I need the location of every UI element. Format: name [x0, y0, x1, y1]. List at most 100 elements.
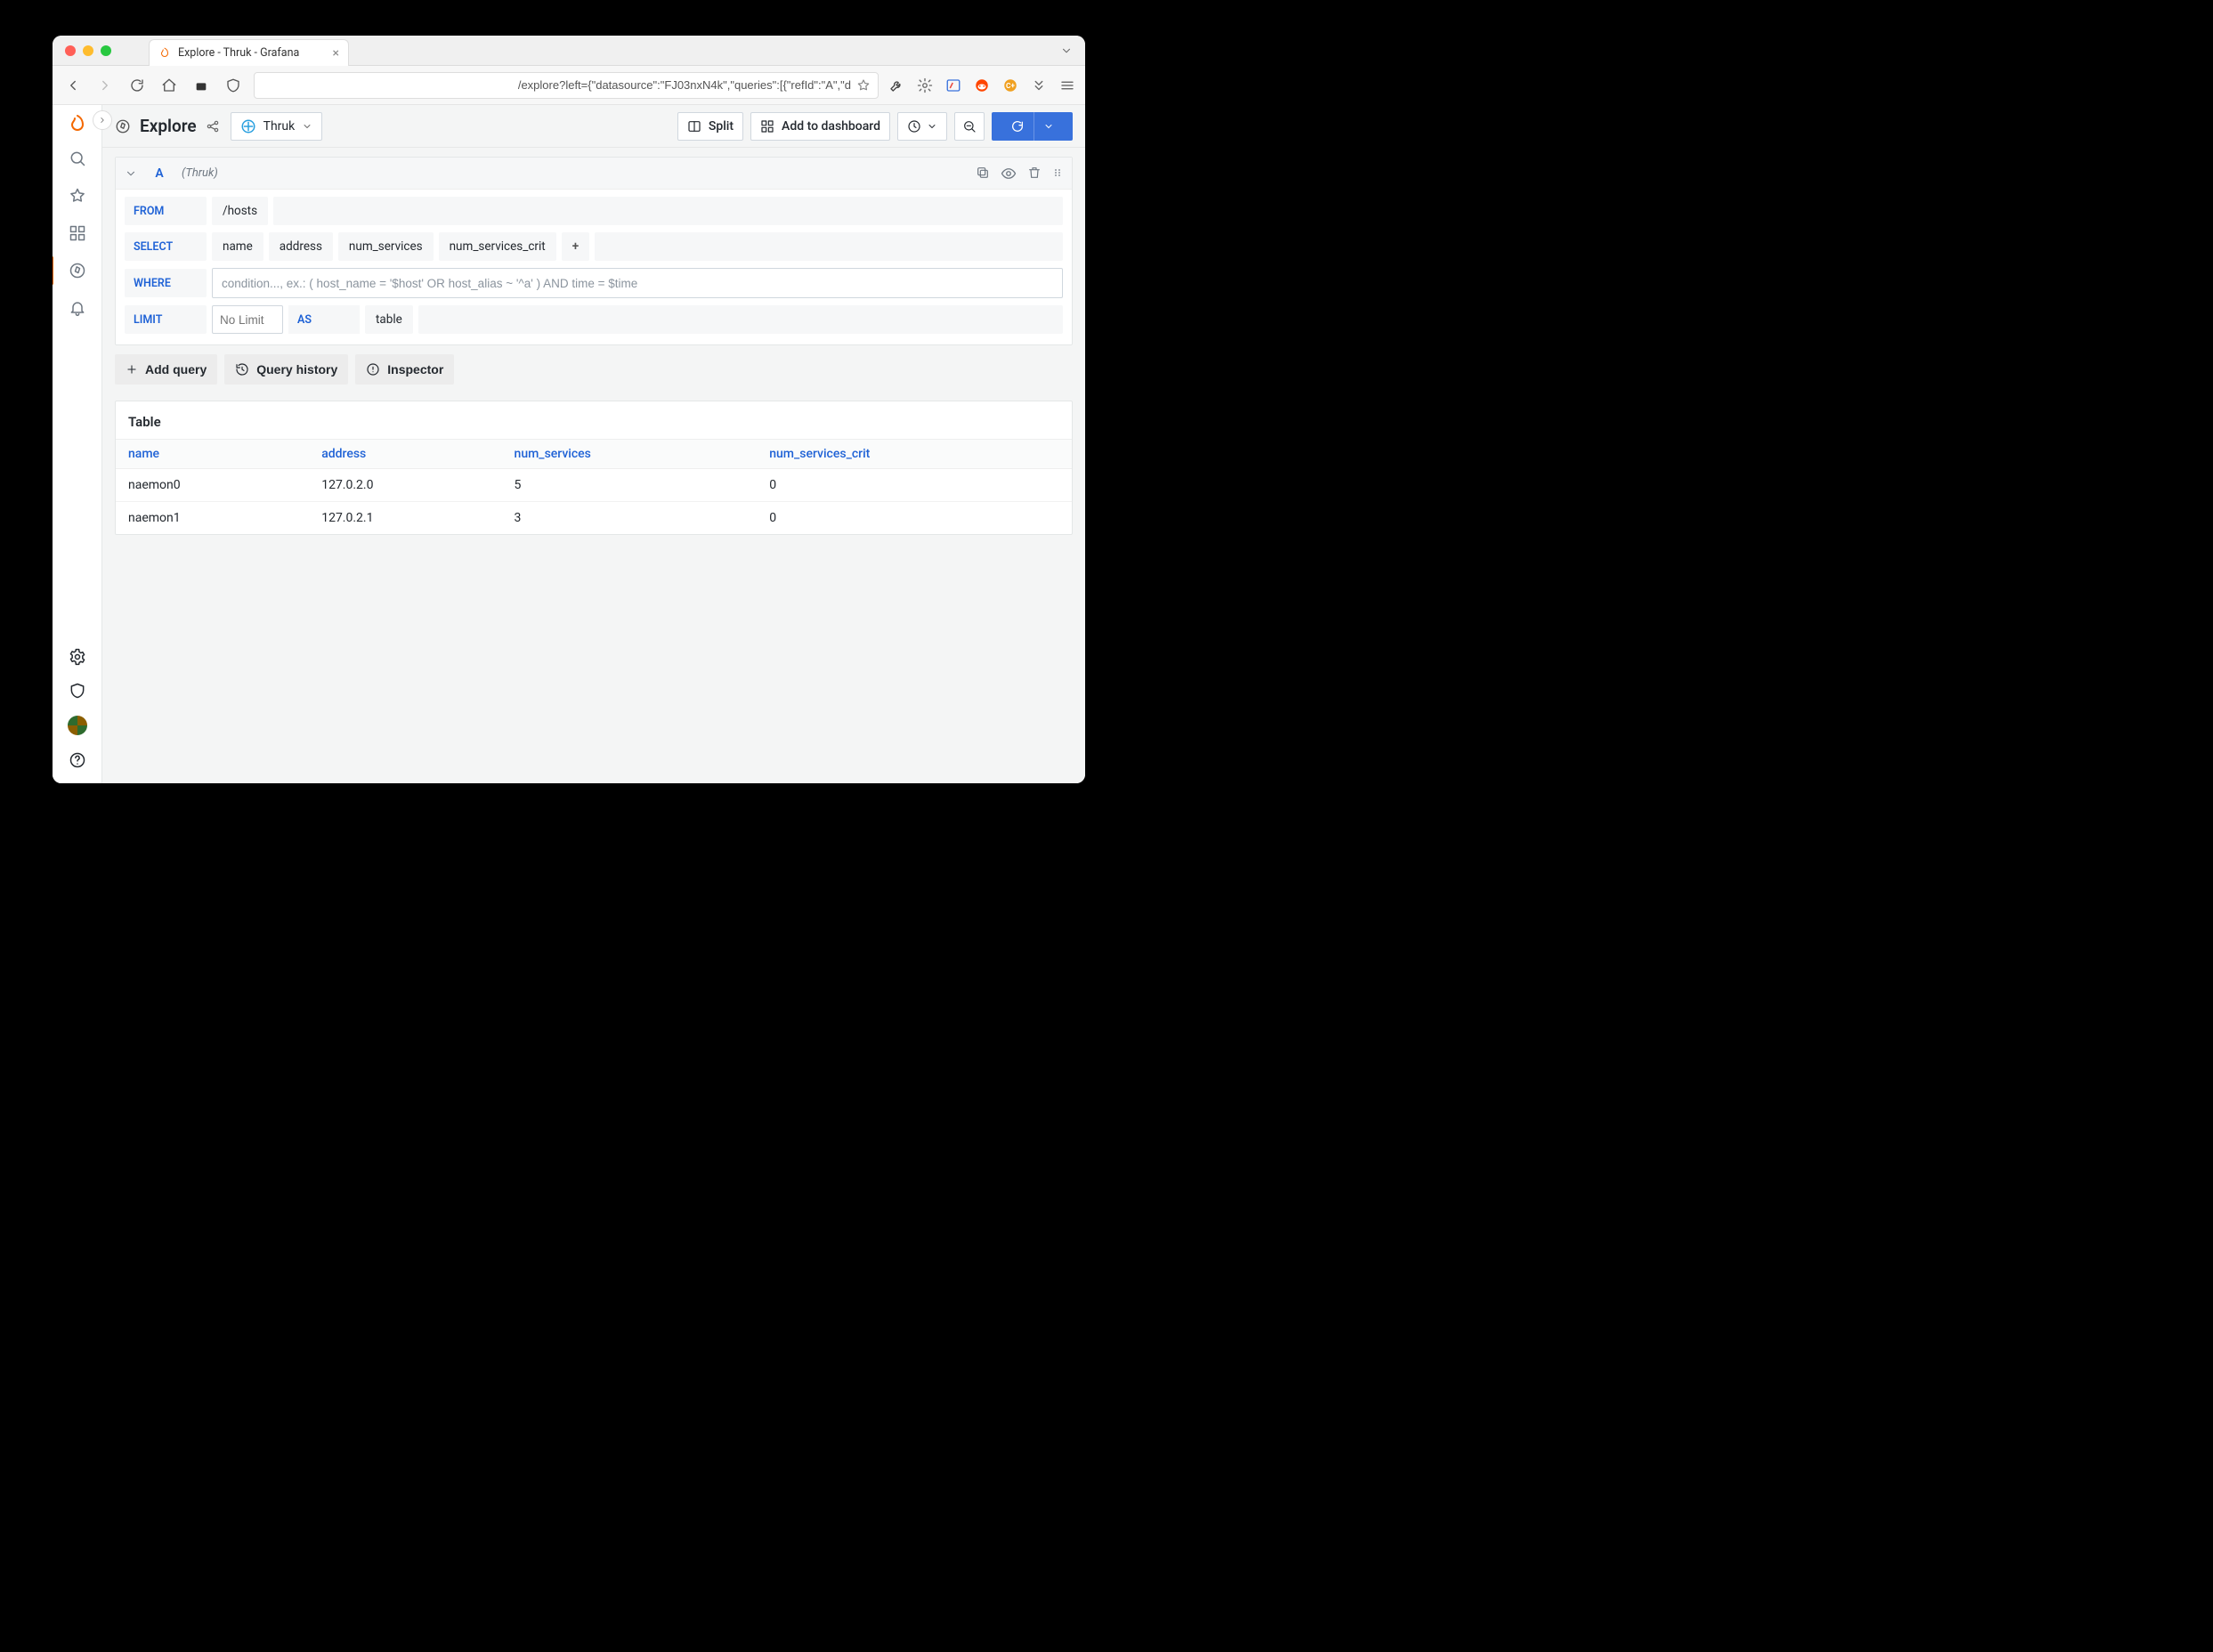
- col-header[interactable]: name: [116, 440, 309, 469]
- where-input-wrapper: [212, 268, 1063, 298]
- select-field[interactable]: address: [269, 232, 333, 261]
- star-icon[interactable]: [67, 185, 88, 206]
- compass-icon: [115, 118, 131, 134]
- as-keyword: AS: [288, 305, 360, 334]
- devtools-icon[interactable]: [944, 77, 962, 94]
- as-value[interactable]: table: [365, 305, 413, 334]
- col-header[interactable]: num_services_crit: [757, 440, 1072, 469]
- svg-text:C+: C+: [1006, 82, 1015, 91]
- page-toolbar: Explore Thruk: [102, 105, 1085, 148]
- add-select-field[interactable]: +: [562, 232, 589, 261]
- limit-row: LIMIT AS table: [125, 305, 1063, 334]
- grafana-favicon-icon: [158, 47, 171, 60]
- drag-handle-icon[interactable]: [1052, 166, 1063, 182]
- where-input[interactable]: [222, 277, 1053, 290]
- run-interval-dropdown[interactable]: [1034, 112, 1063, 141]
- home-button[interactable]: [158, 74, 181, 97]
- expand-sidebar-button[interactable]: [93, 110, 112, 130]
- limit-keyword: LIMIT: [125, 305, 207, 334]
- page-title: Explore: [140, 116, 197, 136]
- table-row[interactable]: naemon1 127.0.2.1 3 0: [116, 502, 1072, 535]
- chevron-down-icon: [302, 121, 312, 132]
- sidebar: [53, 105, 102, 783]
- explore-icon[interactable]: [67, 260, 88, 281]
- gear-icon[interactable]: [916, 77, 934, 94]
- wrench-icon[interactable]: [888, 77, 905, 94]
- maximize-window-button[interactable]: [101, 45, 111, 56]
- close-window-button[interactable]: [65, 45, 76, 56]
- col-header[interactable]: address: [309, 440, 501, 469]
- forward-button[interactable]: [93, 74, 117, 97]
- extension-icon[interactable]: [190, 74, 213, 97]
- tabs-overflow-icon[interactable]: [1060, 45, 1073, 57]
- address-bar[interactable]: [254, 72, 879, 99]
- select-row: SELECT name address num_services num_ser…: [125, 232, 1063, 261]
- inspector-label: Inspector: [387, 362, 443, 377]
- query-refid[interactable]: A: [146, 166, 173, 181]
- delete-query-icon[interactable]: [1027, 166, 1042, 182]
- thruk-datasource-icon: [240, 118, 256, 134]
- bookmark-star-icon[interactable]: [856, 78, 871, 93]
- config-gear-icon[interactable]: [69, 648, 86, 666]
- limit-input[interactable]: [212, 305, 283, 334]
- from-keyword: FROM: [125, 197, 207, 225]
- toolbar-right: C+: [888, 77, 1076, 94]
- help-icon[interactable]: [69, 751, 86, 769]
- reddit-icon[interactable]: [973, 77, 991, 94]
- query-actions-row: Add query Query history Inspector: [115, 354, 1073, 385]
- add-query-button[interactable]: Add query: [115, 354, 217, 385]
- table-row[interactable]: naemon0 127.0.2.0 5 0: [116, 469, 1072, 502]
- select-keyword: SELECT: [125, 232, 207, 261]
- user-avatar[interactable]: [68, 716, 87, 735]
- duplicate-query-icon[interactable]: [976, 166, 990, 182]
- select-field[interactable]: num_services: [338, 232, 434, 261]
- tab-title: Explore - Thruk - Grafana: [178, 46, 299, 60]
- share-icon[interactable]: [206, 119, 220, 134]
- query-history-button[interactable]: Query history: [224, 354, 348, 385]
- select-field[interactable]: name: [212, 232, 263, 261]
- zoom-out-button[interactable]: [954, 112, 985, 141]
- dashboards-icon[interactable]: [67, 223, 88, 244]
- panel-title: Table: [116, 410, 1072, 439]
- admin-shield-icon[interactable]: [69, 682, 86, 700]
- cell: 5: [502, 469, 758, 502]
- cell: 3: [502, 502, 758, 535]
- col-header[interactable]: num_services: [502, 440, 758, 469]
- run-query-button[interactable]: [992, 112, 1073, 141]
- split-button[interactable]: Split: [677, 112, 743, 141]
- browser-tab[interactable]: Explore - Thruk - Grafana ×: [149, 39, 349, 66]
- collapse-query-icon[interactable]: [125, 167, 137, 180]
- search-icon[interactable]: [67, 148, 88, 169]
- grafana-logo-icon[interactable]: [67, 114, 88, 135]
- badge-icon[interactable]: C+: [1001, 77, 1019, 94]
- overflow-icon[interactable]: [1030, 77, 1048, 94]
- browser-toolbar: C+: [53, 66, 1085, 105]
- table-panel: Table name address num_services num_serv…: [115, 401, 1073, 535]
- cell: 127.0.2.1: [309, 502, 501, 535]
- add-dashboard-label: Add to dashboard: [782, 119, 880, 134]
- back-button[interactable]: [61, 74, 85, 97]
- inspector-button[interactable]: Inspector: [355, 354, 454, 385]
- from-value[interactable]: /hosts: [212, 197, 268, 225]
- close-tab-icon[interactable]: ×: [333, 46, 339, 61]
- datasource-picker[interactable]: Thruk: [231, 112, 323, 141]
- add-to-dashboard-button[interactable]: Add to dashboard: [750, 112, 890, 141]
- url-input[interactable]: [262, 78, 851, 92]
- reload-button[interactable]: [126, 74, 149, 97]
- shield-icon[interactable]: [222, 74, 245, 97]
- alerting-icon[interactable]: [67, 297, 88, 319]
- minimize-window-button[interactable]: [83, 45, 93, 56]
- time-picker[interactable]: [897, 112, 947, 141]
- app-shell: Explore Thruk: [53, 105, 1085, 783]
- refresh-icon: [1001, 112, 1034, 141]
- select-field[interactable]: num_services_crit: [439, 232, 556, 261]
- query-header: A (Thruk): [116, 158, 1072, 190]
- cell: 127.0.2.0: [309, 469, 501, 502]
- from-row: FROM /hosts: [125, 197, 1063, 225]
- hamburger-menu-icon[interactable]: [1058, 77, 1076, 94]
- cell: 0: [757, 469, 1072, 502]
- main-area: Explore Thruk: [102, 105, 1085, 783]
- cell: naemon1: [116, 502, 309, 535]
- add-query-label: Add query: [145, 362, 207, 377]
- toggle-visibility-icon[interactable]: [1001, 166, 1017, 182]
